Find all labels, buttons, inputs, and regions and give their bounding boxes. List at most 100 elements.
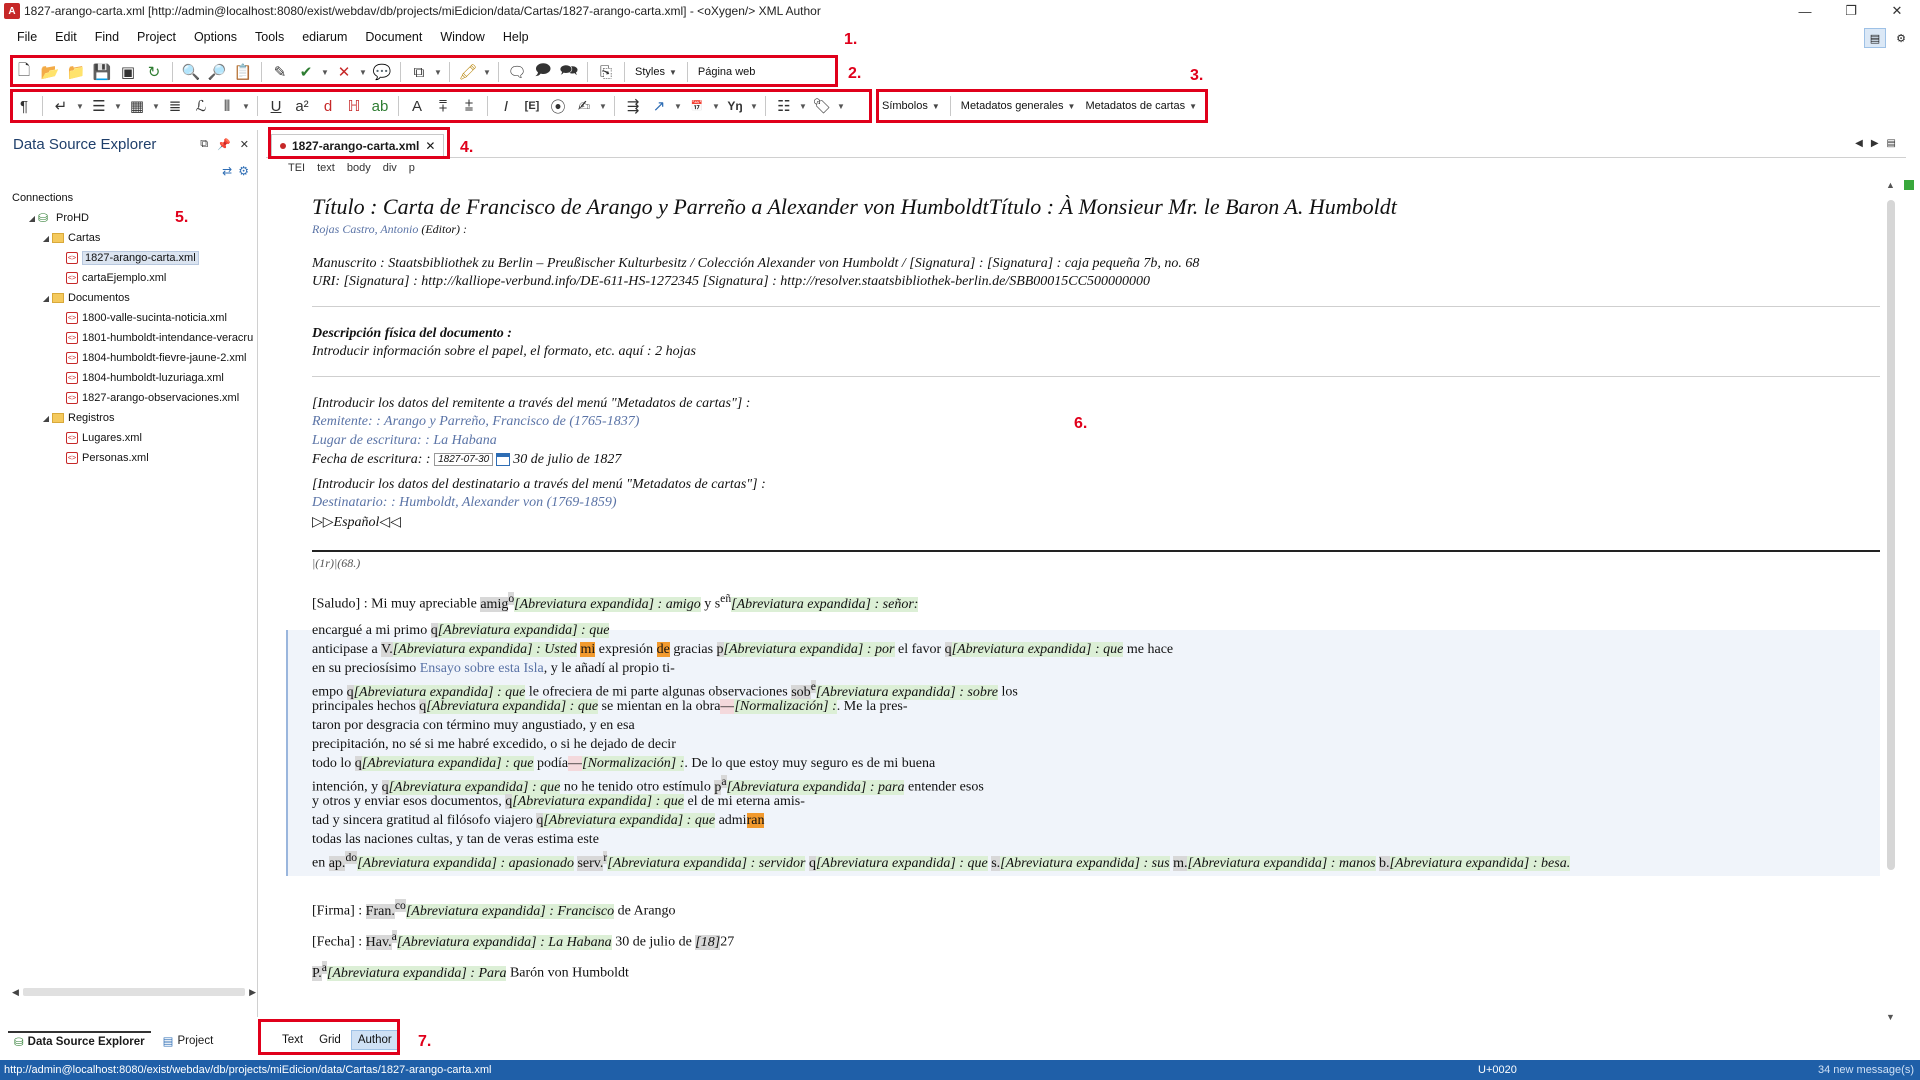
tree-file[interactable]: <> 1827-arango-carta.xml (12, 248, 256, 268)
idioma-line[interactable]: ▷▷Español◁◁ (312, 514, 401, 531)
messages-indicator[interactable]: 34 new message(s) (1818, 1064, 1914, 1076)
ensayo-link[interactable]: Ensayo sobre esta Isla (420, 661, 544, 676)
minimize-button[interactable]: — (1782, 0, 1828, 22)
indent-icon[interactable]: ⇶ (621, 94, 645, 118)
copy-icon[interactable]: ⧉ (407, 60, 431, 84)
menu-find[interactable]: Find (86, 30, 128, 44)
scroll-right-icon[interactable]: ▶ (249, 987, 256, 998)
chevron-down-icon[interactable]: ▼ (358, 60, 368, 84)
find-in-files-icon[interactable]: 🔎 (205, 60, 229, 84)
comment-list-icon[interactable]: 🗩 (531, 60, 555, 84)
mode-grid[interactable]: Grid (313, 1031, 347, 1049)
breadcrumb-tei[interactable]: TEI (288, 162, 305, 178)
link-editor-icon[interactable]: ⇄ (222, 164, 232, 178)
tree-folder[interactable]: ◢ Cartas (12, 228, 256, 248)
menu-ediarum[interactable]: ediarum (293, 30, 356, 44)
paragraph-icon[interactable]: ¶ (12, 94, 36, 118)
superscript-icon[interactable]: a² (290, 94, 314, 118)
tree-folder[interactable]: ◢ Documentos (12, 288, 256, 308)
brackets-icon[interactable]: [E] (520, 94, 544, 118)
menu-document[interactable]: Document (356, 30, 431, 44)
tree-file[interactable]: <> 1804-humboldt-fievre-jaune-2.xml (12, 348, 256, 368)
close-tab-icon[interactable]: ✕ (425, 139, 435, 153)
tree-file[interactable]: <> 1827-arango-observaciones.xml (12, 388, 256, 408)
column-icon[interactable]: ⫴ (215, 94, 239, 118)
expand-toggle-icon[interactable]: ◢ (40, 414, 52, 423)
mode-text[interactable]: Text (276, 1031, 309, 1049)
tab-data-source-explorer[interactable]: ⛁ Data Source Explorer (8, 1031, 151, 1051)
menu-tools[interactable]: Tools (246, 30, 293, 44)
lugar-line[interactable]: Lugar de escritura: : La Habana (312, 433, 497, 449)
chevron-down-icon[interactable]: ▼ (320, 60, 330, 84)
abbreviation-icon[interactable]: ab (368, 94, 392, 118)
scroll-down-icon[interactable]: ▼ (1886, 1012, 1895, 1022)
chevron-down-icon[interactable]: ▼ (113, 94, 123, 118)
chevron-down-icon[interactable]: ▼ (711, 94, 721, 118)
restore-button[interactable]: ❐ (1828, 0, 1874, 22)
note-above-icon[interactable]: ⩱ (431, 94, 455, 118)
chevron-down-icon[interactable]: ▼ (749, 94, 759, 118)
tree-connection[interactable]: ◢ ⛁ ProHD (12, 208, 256, 228)
vertical-scrollbar[interactable]: ▲ ▼ (1884, 180, 1898, 1022)
chevron-down-icon[interactable]: ▼ (598, 94, 608, 118)
tree-file[interactable]: <> 1800-valle-sucinta-noticia.xml (12, 308, 256, 328)
deletion-icon[interactable]: d (316, 94, 340, 118)
breadcrumb-div[interactable]: div (383, 162, 397, 178)
find-icon[interactable]: 🔍 (179, 60, 203, 84)
chevron-down-icon[interactable]: ▼ (798, 94, 808, 118)
note-below-icon[interactable]: ⩲ (457, 94, 481, 118)
styles-dropdown[interactable]: Styles ▼ (631, 60, 681, 84)
scroll-left-icon[interactable]: ◀ (12, 987, 19, 998)
menu-help[interactable]: Help (494, 30, 538, 44)
menu-file[interactable]: File (8, 30, 46, 44)
chevron-down-icon[interactable]: ▼ (75, 94, 85, 118)
editor-perspective-icon[interactable]: ▤ (1864, 28, 1886, 48)
paste-icon[interactable]: 📋 (231, 60, 255, 84)
chevron-down-icon[interactable]: ▼ (836, 94, 846, 118)
horizontal-scrollbar[interactable]: ◀ ▶ (12, 985, 256, 999)
open-url-icon[interactable]: 📁 (64, 60, 88, 84)
special-char-icon[interactable]: A (405, 94, 429, 118)
destinatario-line[interactable]: Destinatario: : Humboldt, Alexander von … (312, 495, 617, 511)
chevron-down-icon[interactable]: ▼ (151, 94, 161, 118)
tag-icon[interactable]: 🏷 (810, 94, 834, 118)
debugger-perspective-icon[interactable]: ⚙ (1890, 28, 1912, 48)
transform-icon[interactable]: ⎘ (594, 60, 618, 84)
save-all-icon[interactable]: ▣ (116, 60, 140, 84)
close-window-button[interactable]: ✕ (1874, 0, 1920, 22)
settings-icon[interactable]: ⚙ (238, 164, 249, 178)
line-break-icon[interactable]: ↵ (49, 94, 73, 118)
signature-icon[interactable]: ✍ (572, 94, 596, 118)
tab-project[interactable]: ▤ Project (157, 1032, 220, 1050)
spell-check-icon[interactable]: ℒ (189, 94, 213, 118)
menu-options[interactable]: Options (185, 30, 246, 44)
expand-toggle-icon[interactable]: ◢ (26, 214, 38, 223)
mode-author[interactable]: Author (350, 1030, 399, 1050)
align-icon[interactable]: ≣ (163, 94, 187, 118)
menu-project[interactable]: Project (128, 30, 185, 44)
language-icon[interactable]: Yŋ (723, 94, 747, 118)
reload-icon[interactable]: ↻ (142, 60, 166, 84)
chevron-down-icon[interactable]: ▼ (482, 60, 492, 84)
metadatos-cartas-dropdown[interactable]: Metadatos de cartas ▼ (1081, 94, 1201, 118)
tree-file[interactable]: <> 1804-humboldt-luzuriaga.xml (12, 368, 256, 388)
menu-edit[interactable]: Edit (46, 30, 86, 44)
breadcrumb-p[interactable]: p (409, 162, 415, 178)
table-icon[interactable]: ▦ (125, 94, 149, 118)
author-editor[interactable]: Título : Carta de Francisco de Arango y … (268, 178, 1880, 1023)
tree-file[interactable]: <> 1801-humboldt-intendance-veracru (12, 328, 256, 348)
simbolos-dropdown[interactable]: Símbolos ▼ (878, 94, 944, 118)
open-folder-icon[interactable]: 📂 (38, 60, 62, 84)
check-icon[interactable]: ✔ (294, 60, 318, 84)
highlight-icon[interactable]: 🖍 (456, 60, 480, 84)
menu-window[interactable]: Window (431, 30, 493, 44)
addition-icon[interactable]: ℍ (342, 94, 366, 118)
float-icon[interactable]: ⧉ (200, 138, 208, 151)
save-icon[interactable]: 💾 (90, 60, 114, 84)
tree-folder[interactable]: ◢ Registros (12, 408, 256, 428)
tree-file[interactable]: <> Personas.xml (12, 448, 256, 468)
date-input[interactable]: 1827-07-30 (434, 453, 494, 467)
scroll-thumb[interactable] (1887, 200, 1895, 870)
arrow-link-icon[interactable]: ↗ (647, 94, 671, 118)
metadatos-generales-dropdown[interactable]: Metadatos generales ▼ (957, 94, 1080, 118)
